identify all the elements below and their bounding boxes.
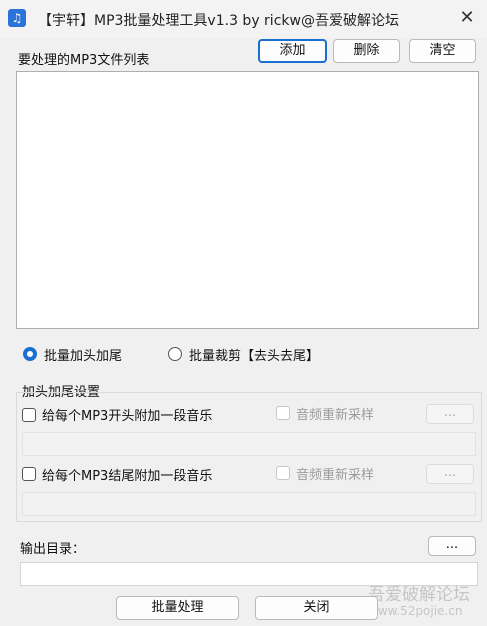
radio-trim[interactable] xyxy=(168,347,182,361)
head-browse-button[interactable]: ... xyxy=(426,404,474,424)
output-dir-label: 输出目录： xyxy=(20,542,86,557)
tail-resample-label: 音频重新采样 xyxy=(296,468,375,483)
window-title: 【宇轩】MP3批量处理工具v1.3 by rickw@吾爱破解论坛 xyxy=(38,13,399,29)
tail-resample-checkbox[interactable] xyxy=(276,466,290,480)
tail-music-label[interactable]: 给每个MP3结尾附加一段音乐 xyxy=(42,465,212,484)
clear-button[interactable]: 清空 xyxy=(409,39,476,63)
head-music-label[interactable]: 给每个MP3开头附加一段音乐 xyxy=(42,405,212,424)
radio-add-head-tail-label[interactable]: 批量加头加尾 xyxy=(44,345,122,364)
music-note-icon: ♫ xyxy=(8,9,26,27)
mp3-file-list[interactable] xyxy=(16,71,479,329)
head-music-path-field[interactable] xyxy=(22,432,476,456)
file-list-label: 要处理的MP3文件列表 xyxy=(18,53,150,68)
tail-music-checkbox[interactable] xyxy=(22,467,36,481)
output-browse-button[interactable]: ... xyxy=(428,536,476,556)
add-button[interactable]: 添加 xyxy=(258,39,327,63)
radio-add-head-tail[interactable] xyxy=(23,347,37,361)
head-music-checkbox[interactable] xyxy=(22,408,36,422)
delete-button[interactable]: 删除 xyxy=(333,39,400,63)
head-resample-checkbox[interactable] xyxy=(276,406,290,420)
radio-trim-label[interactable]: 批量裁剪【去头去尾】 xyxy=(189,345,319,364)
tail-music-path-field[interactable] xyxy=(22,492,476,516)
close-button[interactable]: 关闭 xyxy=(255,596,378,620)
batch-process-button[interactable]: 批量处理 xyxy=(116,596,239,620)
watermark-url: www.52pojie.cn xyxy=(368,604,463,618)
watermark-site-name: 吾爱破解论坛 xyxy=(368,585,470,605)
close-icon[interactable]: ✕ xyxy=(452,4,482,32)
tail-browse-button[interactable]: ... xyxy=(426,464,474,484)
head-resample-label: 音频重新采样 xyxy=(296,408,375,423)
